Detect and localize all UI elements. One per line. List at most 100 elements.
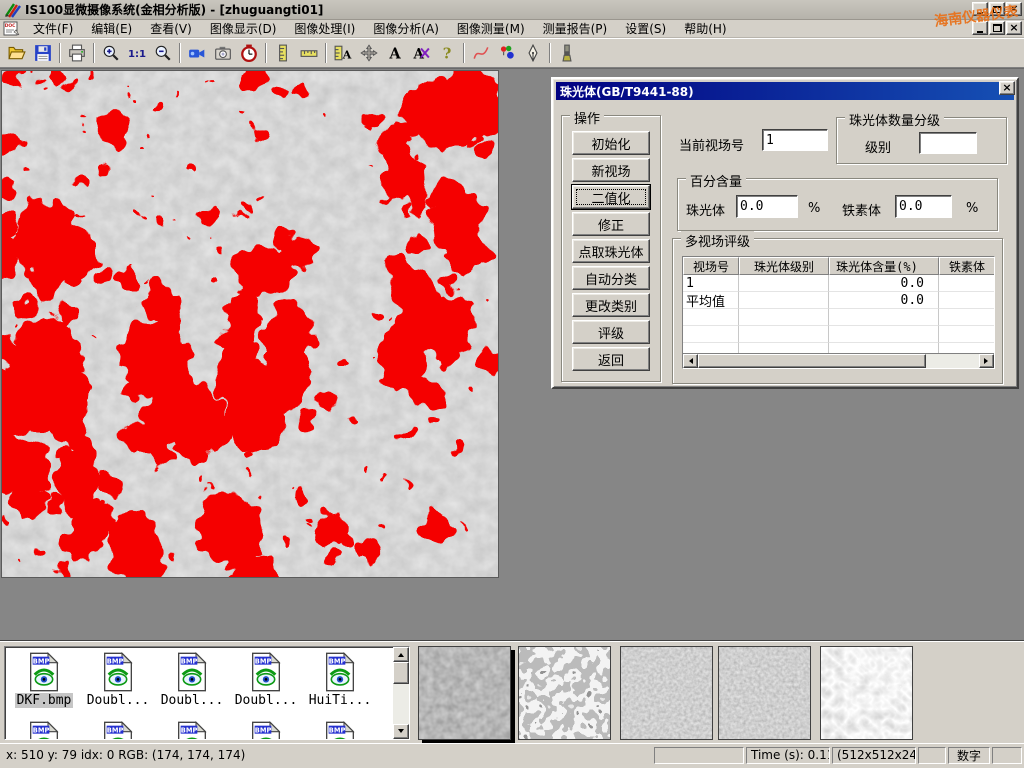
dialog-title: 珠光体(GB/T9441-88) (560, 83, 694, 100)
document-icon[interactable]: DOC (3, 21, 20, 36)
menu-help[interactable]: 帮助(H) (675, 21, 735, 37)
menu-settings[interactable]: 设置(S) (616, 21, 675, 37)
current-field-input[interactable] (762, 129, 828, 151)
file-item-clipped[interactable] (229, 716, 303, 740)
open-icon[interactable] (4, 41, 30, 65)
grade-button[interactable]: 评级 (572, 320, 650, 344)
thumbnail-5[interactable] (820, 646, 913, 740)
file-item-clipped[interactable] (7, 716, 81, 740)
text-icon[interactable]: A (382, 41, 408, 65)
percent-group: 百分含量 珠光体 % 铁素体 % (677, 178, 998, 231)
operation-group: 操作 初始化 新视场 二值化 修正 点取珠光体 自动分类 更改类别 评级 返回 (561, 115, 661, 382)
file-name[interactable]: Doubl... (159, 693, 226, 708)
mdi-minimize-button[interactable] (972, 21, 988, 35)
file-list-vertical-scrollbar[interactable] (393, 647, 409, 739)
mdi-restore-button[interactable] (989, 21, 1005, 35)
color-markers-icon[interactable] (494, 41, 520, 65)
micrograph-image[interactable] (1, 70, 499, 578)
menu-edit[interactable]: 编辑(E) (82, 21, 141, 37)
table-row[interactable]: 1 0.0 (683, 275, 994, 292)
thumbnail-1[interactable] (418, 646, 511, 740)
curve-icon[interactable] (468, 41, 494, 65)
print-icon[interactable] (64, 41, 90, 65)
help-icon[interactable]: ? (434, 41, 460, 65)
menu-view[interactable]: 查看(V) (141, 21, 201, 37)
ferrite-percent-input[interactable] (895, 195, 952, 218)
col-field-number[interactable]: 视场号 (683, 257, 739, 275)
dialog-title-bar[interactable]: 珠光体(GB/T9441-88) (556, 82, 1014, 100)
snapshot-camera-icon[interactable] (210, 41, 236, 65)
init-button[interactable]: 初始化 (572, 131, 650, 155)
scroll-right-icon[interactable] (979, 354, 994, 368)
file-item[interactable]: Doubl... (229, 647, 303, 708)
table-horizontal-scrollbar[interactable] (683, 353, 994, 368)
timer-icon[interactable] (236, 41, 262, 65)
thumbnail-3[interactable] (620, 646, 713, 740)
menu-measure-report[interactable]: 测量报告(P) (534, 21, 617, 37)
menu-image-measure[interactable]: 图像测量(M) (448, 21, 534, 37)
cell-field: 平均值 (683, 292, 739, 309)
thumbnail-4[interactable] (718, 646, 811, 740)
table-row[interactable]: 平均值 0.0 (683, 292, 994, 309)
thumbnail-2[interactable] (518, 646, 611, 740)
mdi-close-button[interactable]: × (1006, 21, 1022, 35)
zoom-in-icon[interactable] (98, 41, 124, 65)
pearlite-percent-input[interactable] (736, 195, 798, 218)
caliper-icon[interactable] (270, 41, 296, 65)
dialog-close-icon[interactable]: × (999, 81, 1015, 95)
move-icon[interactable] (356, 41, 382, 65)
auto-classify-button[interactable]: 自动分类 (572, 266, 650, 290)
measure-label-icon[interactable]: A (330, 41, 356, 65)
video-camera-icon[interactable] (184, 41, 210, 65)
file-item[interactable]: DKF.bmp (7, 647, 81, 708)
binarize-button[interactable]: 二值化 (572, 185, 650, 209)
maximize-button[interactable] (989, 2, 1005, 16)
scroll-up-icon[interactable] (393, 647, 409, 662)
file-name[interactable]: DKF.bmp (15, 693, 74, 708)
menu-image-analysis[interactable]: 图像分析(A) (364, 21, 448, 37)
new-field-button[interactable]: 新视场 (572, 158, 650, 182)
file-listbox[interactable]: DKF.bmp Doubl... Doubl... Doubl... (4, 646, 410, 740)
scrollbar-thumb[interactable] (393, 662, 409, 684)
menu-image-processing[interactable]: 图像处理(I) (285, 21, 364, 37)
col-pearlite-grade[interactable]: 珠光体级别 (739, 257, 829, 275)
minimize-button[interactable] (972, 2, 988, 16)
pick-pearlite-button[interactable]: 点取珠光体 (572, 239, 650, 263)
col-ferrite[interactable]: 铁素体 (939, 257, 994, 275)
scroll-left-icon[interactable] (683, 354, 698, 368)
file-item-clipped[interactable] (81, 716, 155, 740)
file-item-clipped[interactable] (303, 716, 377, 740)
pen-icon[interactable] (520, 41, 546, 65)
bmp-file-icon (324, 652, 356, 692)
file-item-clipped[interactable] (155, 716, 229, 740)
rating-table[interactable]: 视场号 珠光体级别 珠光体含量(%) 铁素体 1 0.0 平均值 (682, 256, 995, 369)
menu-file[interactable]: 文件(F) (24, 21, 82, 37)
file-item[interactable]: Doubl... (81, 647, 155, 708)
zoom-out-icon[interactable] (150, 41, 176, 65)
close-button[interactable]: × (1006, 2, 1022, 16)
change-class-button[interactable]: 更改类别 (572, 293, 650, 317)
file-name[interactable]: HuiTi... (307, 693, 374, 708)
brush-icon[interactable] (554, 41, 580, 65)
return-button[interactable]: 返回 (572, 347, 650, 371)
cell-field: 1 (683, 275, 739, 292)
bmp-file-icon (102, 721, 134, 740)
status-panel-empty (992, 747, 1022, 764)
save-icon[interactable] (30, 41, 56, 65)
col-pearlite-content[interactable]: 珠光体含量(%) (829, 257, 939, 275)
ruler-icon[interactable] (296, 41, 322, 65)
menu-image-display[interactable]: 图像显示(D) (201, 21, 286, 37)
bmp-file-icon (28, 652, 60, 692)
actual-size-icon[interactable]: 1:1 (124, 41, 150, 65)
level-input[interactable] (919, 132, 977, 154)
file-name[interactable]: Doubl... (233, 693, 300, 708)
correct-button[interactable]: 修正 (572, 212, 650, 236)
scrollbar-thumb[interactable] (698, 354, 926, 368)
file-item[interactable]: Doubl... (155, 647, 229, 708)
file-name[interactable]: Doubl... (85, 693, 152, 708)
svg-text:A: A (342, 47, 352, 61)
scroll-down-icon[interactable] (393, 724, 409, 739)
file-item[interactable]: HuiTi... (303, 647, 377, 708)
pearlite-dialog: 珠光体(GB/T9441-88) × 操作 初始化 新视场 二值化 修正 点取珠… (551, 77, 1019, 389)
delete-text-icon[interactable]: A (408, 41, 434, 65)
